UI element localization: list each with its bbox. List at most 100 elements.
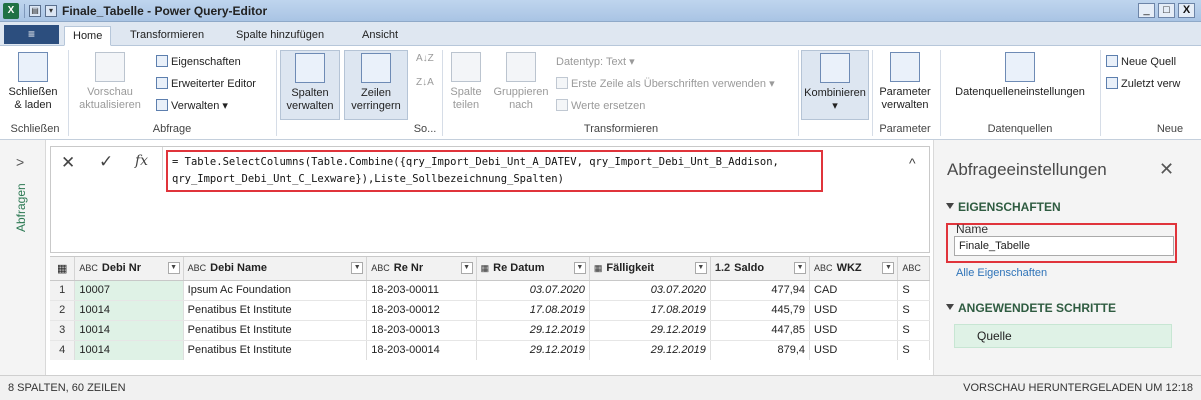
- cell-re-datum[interactable]: 17.08.2019: [476, 300, 590, 321]
- quick-access-icon[interactable]: ▤: [29, 5, 41, 17]
- sort-desc-icon[interactable]: Z↓A: [416, 76, 434, 90]
- manage-columns-button[interactable]: Spalten verwalten: [280, 50, 340, 120]
- reduce-rows-button[interactable]: Zeilen verringern: [344, 50, 408, 120]
- new-source-button[interactable]: Neue Quell: [1106, 55, 1176, 69]
- tab-spalte-hinzufuegen[interactable]: Spalte hinzufügen: [228, 26, 332, 46]
- queries-pane-label[interactable]: Abfragen: [14, 183, 28, 232]
- minimize-button[interactable]: _: [1138, 3, 1155, 18]
- decimal-type-icon[interactable]: 1.2: [715, 262, 730, 274]
- cell-debi-name[interactable]: Penatibus Et Institute: [183, 300, 368, 321]
- cell-faelligkeit[interactable]: 17.08.2019: [589, 300, 711, 321]
- applied-step-item[interactable]: Quelle: [954, 324, 1172, 348]
- cell-debi-name[interactable]: Ipsum Ac Foundation: [183, 280, 368, 301]
- use-first-row-headers-button[interactable]: Erste Zeile als Überschriften verwenden …: [556, 77, 775, 91]
- cell-wkz[interactable]: CAD: [809, 280, 899, 301]
- group-by-button[interactable]: Gruppieren nach: [490, 52, 552, 112]
- cancel-icon[interactable]: ✕: [61, 153, 75, 173]
- row-number[interactable]: 3: [50, 320, 76, 341]
- close-button[interactable]: X: [1178, 3, 1195, 18]
- row-number[interactable]: 2: [50, 300, 76, 321]
- recent-sources-button[interactable]: Zuletzt verw: [1106, 77, 1180, 91]
- properties-section-header[interactable]: EIGENSCHAFTEN: [946, 200, 1061, 214]
- cell-re-nr[interactable]: 18-203-00012: [366, 300, 477, 321]
- filter-dropdown-icon[interactable]: ▼: [794, 262, 807, 274]
- filter-dropdown-icon[interactable]: ▼: [460, 262, 473, 274]
- refresh-preview-button[interactable]: Vorschau aktualisieren: [74, 52, 146, 112]
- fx-icon[interactable]: fx: [135, 153, 148, 169]
- cell-debi-nr[interactable]: 10014: [74, 320, 184, 341]
- date-type-icon[interactable]: ▦: [594, 263, 603, 273]
- cell-truncated[interactable]: S: [897, 280, 930, 301]
- cell-saldo[interactable]: 879,4: [710, 340, 811, 360]
- cell-faelligkeit[interactable]: 29.12.2019: [589, 340, 711, 360]
- cell-faelligkeit[interactable]: 29.12.2019: [589, 320, 711, 341]
- text-type-icon[interactable]: ABC: [188, 263, 207, 273]
- tab-transformieren[interactable]: Transformieren: [122, 26, 212, 46]
- table-row[interactable]: 1 10007 Ipsum Ac Foundation 18-203-00011…: [50, 280, 930, 301]
- column-header[interactable]: ABC: [897, 257, 930, 281]
- table-row[interactable]: 4 10014 Penatibus Et Institute 18-203-00…: [50, 340, 930, 360]
- table-row[interactable]: 2 10014 Penatibus Et Institute 18-203-00…: [50, 300, 930, 321]
- cell-wkz[interactable]: USD: [809, 340, 899, 360]
- column-header[interactable]: ▦ Re Datum ▼: [476, 257, 590, 281]
- text-type-icon[interactable]: ABC: [902, 263, 921, 273]
- applied-steps-section-header[interactable]: ANGEWENDETE SCHRITTE: [946, 301, 1116, 315]
- data-source-settings-button[interactable]: Datenquelleneinstellungen: [944, 52, 1096, 99]
- close-and-load-button[interactable]: Schließen & laden: [4, 52, 62, 112]
- filter-dropdown-icon[interactable]: ▼: [882, 262, 895, 274]
- cell-debi-nr[interactable]: 10014: [74, 340, 184, 360]
- column-header[interactable]: 1.2 Saldo ▼: [710, 257, 811, 281]
- text-type-icon[interactable]: ABC: [371, 263, 390, 273]
- tab-home[interactable]: Home: [64, 26, 112, 46]
- close-pane-icon[interactable]: ✕: [1159, 159, 1174, 180]
- sort-asc-icon[interactable]: A↓Z: [416, 52, 434, 66]
- cell-re-nr[interactable]: 18-203-00013: [366, 320, 477, 341]
- formula-input[interactable]: = Table.SelectColumns(Table.Combine({qry…: [166, 150, 823, 192]
- row-number[interactable]: 1: [50, 280, 76, 301]
- cell-saldo[interactable]: 445,79: [710, 300, 811, 321]
- manage-parameters-button[interactable]: Parameter verwalten: [874, 52, 936, 112]
- cell-saldo[interactable]: 447,85: [710, 320, 811, 341]
- text-type-icon[interactable]: ABC: [79, 263, 98, 273]
- properties-button[interactable]: Eigenschaften: [156, 55, 241, 69]
- table-row[interactable]: 3 10014 Penatibus Et Institute 18-203-00…: [50, 320, 930, 341]
- column-header[interactable]: ABC Debi Name ▼: [183, 257, 368, 281]
- data-type-select[interactable]: Datentyp: Text ▾: [556, 55, 635, 69]
- commit-icon[interactable]: ✓: [99, 152, 113, 172]
- file-menu-button[interactable]: ≡: [4, 25, 59, 44]
- row-number[interactable]: 4: [50, 340, 76, 360]
- replace-values-button[interactable]: Werte ersetzen: [556, 99, 645, 113]
- cell-saldo[interactable]: 477,94: [710, 280, 811, 301]
- select-all-icon[interactable]: ▦: [50, 257, 76, 281]
- cell-debi-name[interactable]: Penatibus Et Institute: [183, 340, 368, 360]
- cell-debi-nr[interactable]: 10014: [74, 300, 184, 321]
- customize-dropdown-icon[interactable]: ▾: [45, 5, 57, 17]
- column-header[interactable]: ABC Re Nr ▼: [366, 257, 477, 281]
- query-name-input[interactable]: [954, 236, 1174, 256]
- split-column-button[interactable]: Spalte teilen: [446, 52, 486, 112]
- cell-truncated[interactable]: S: [897, 300, 930, 321]
- column-header[interactable]: ▦ Fälligkeit ▼: [589, 257, 711, 281]
- all-properties-link[interactable]: Alle Eigenschaften: [956, 267, 1047, 279]
- cell-re-nr[interactable]: 18-203-00014: [366, 340, 477, 360]
- column-header[interactable]: ABC Debi Nr ▼: [74, 257, 184, 281]
- cell-debi-name[interactable]: Penatibus Et Institute: [183, 320, 368, 341]
- maximize-button[interactable]: □: [1158, 3, 1175, 18]
- cell-re-datum[interactable]: 29.12.2019: [476, 320, 590, 341]
- cell-wkz[interactable]: USD: [809, 320, 899, 341]
- text-type-icon[interactable]: ABC: [814, 263, 833, 273]
- filter-dropdown-icon[interactable]: ▼: [351, 262, 364, 274]
- cell-re-datum[interactable]: 29.12.2019: [476, 340, 590, 360]
- column-header[interactable]: ABC WKZ ▼: [809, 257, 899, 281]
- cell-re-nr[interactable]: 18-203-00011: [366, 280, 477, 301]
- filter-dropdown-icon[interactable]: ▼: [573, 262, 586, 274]
- cell-re-datum[interactable]: 03.07.2020: [476, 280, 590, 301]
- filter-dropdown-icon[interactable]: ▼: [694, 262, 707, 274]
- combine-button[interactable]: Kombinieren ▾: [801, 50, 869, 120]
- tab-ansicht[interactable]: Ansicht: [354, 26, 406, 46]
- cell-wkz[interactable]: USD: [809, 300, 899, 321]
- date-type-icon[interactable]: ▦: [481, 263, 490, 273]
- manage-button[interactable]: Verwalten ▾: [156, 99, 228, 113]
- expand-formula-icon[interactable]: ^: [909, 155, 916, 171]
- cell-truncated[interactable]: S: [897, 320, 930, 341]
